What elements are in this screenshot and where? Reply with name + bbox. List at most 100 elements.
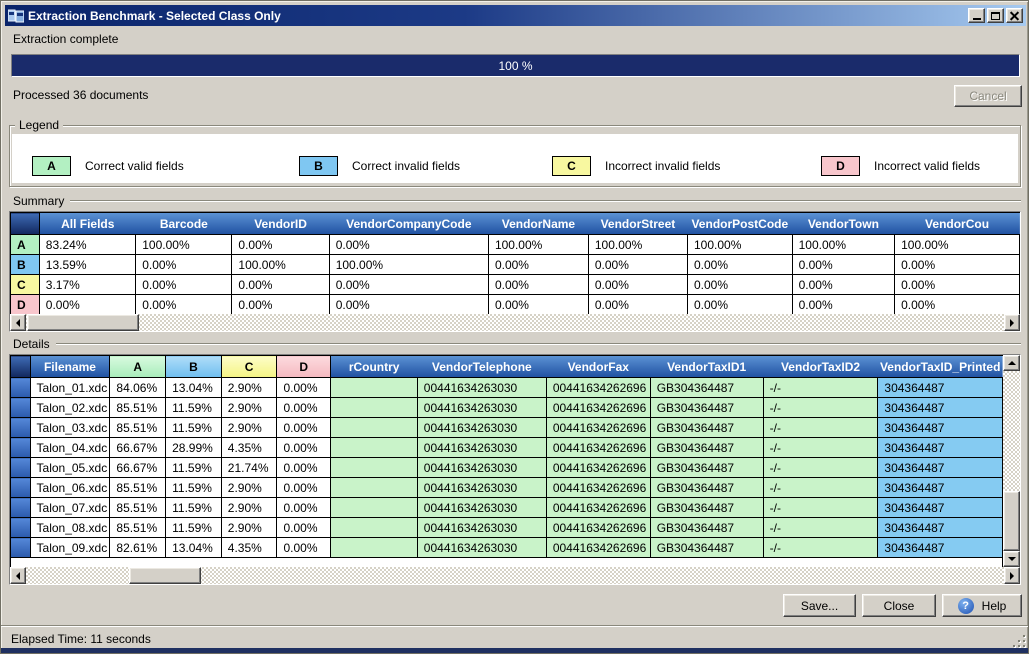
row-selector[interactable] xyxy=(11,418,31,438)
details-scroll-right-button[interactable] xyxy=(1004,567,1020,584)
legend-body: A Correct valid fields B Correct invalid… xyxy=(12,134,1018,183)
details-row[interactable]: Talon_09.xdc82.61%13.04%4.35%0.00%004416… xyxy=(11,538,1003,558)
details-cell: 00441634262696 xyxy=(546,378,650,398)
details-header-row: FilenameABCDrCountryVendorTelephoneVendo… xyxy=(11,356,1003,378)
save-button[interactable]: Save... xyxy=(783,594,856,617)
summary-title: Summary xyxy=(13,194,70,208)
minimize-button[interactable] xyxy=(968,8,985,23)
summary-cell: 0.00% xyxy=(895,255,1020,275)
summary-row[interactable]: D0.00%0.00%0.00%0.00%0.00%0.00%0.00%0.00… xyxy=(11,295,1020,315)
summary-column-header: VendorTown xyxy=(792,213,894,235)
row-selector[interactable] xyxy=(11,498,31,518)
summary-cell: 0.00% xyxy=(232,275,329,295)
summary-scroll-left-button[interactable] xyxy=(10,314,26,331)
details-cell: 11.59% xyxy=(166,518,222,538)
details-cell: GB304364487 xyxy=(650,438,763,458)
row-selector[interactable] xyxy=(11,438,31,458)
summary-row[interactable]: B13.59%0.00%100.00%100.00%0.00%0.00%0.00… xyxy=(11,255,1020,275)
row-selector[interactable] xyxy=(11,518,31,538)
details-cell: Talon_02.xdc xyxy=(30,398,110,418)
help-button[interactable]: ? Help xyxy=(942,594,1022,617)
close-dialog-button[interactable]: Close xyxy=(862,594,936,617)
help-button-label: Help xyxy=(982,599,1007,613)
progress-percent-label: 100 % xyxy=(498,59,532,73)
row-selector[interactable] xyxy=(11,398,31,418)
details-cell: -/- xyxy=(763,478,878,498)
summary-column-header: Barcode xyxy=(136,213,232,235)
details-row[interactable]: Talon_02.xdc85.51%11.59%2.90%0.00%004416… xyxy=(11,398,1003,418)
details-cell: 0.00% xyxy=(277,538,331,558)
summary-column-header: VendorID xyxy=(232,213,329,235)
details-row[interactable]: Talon_08.xdc85.51%11.59%2.90%0.00%004416… xyxy=(11,518,1003,538)
details-hscroll-thumb[interactable] xyxy=(129,567,201,584)
summary-scroll-right-button[interactable] xyxy=(1004,314,1020,331)
details-scroll-up-button[interactable] xyxy=(1003,355,1020,371)
legend-groupbox: Legend A Correct valid fields B Correct … xyxy=(9,125,1021,187)
details-vscroll-thumb[interactable] xyxy=(1003,491,1020,551)
summary-hscrollbar[interactable] xyxy=(10,314,1020,331)
minimize-icon xyxy=(973,18,981,20)
summary-cell: 0.00% xyxy=(329,295,488,315)
summary-row[interactable]: A83.24%100.00%0.00%0.00%100.00%100.00%10… xyxy=(11,235,1020,255)
details-cell xyxy=(331,438,418,458)
details-hscroll-track[interactable] xyxy=(26,567,1004,584)
row-selector[interactable] xyxy=(11,538,31,558)
row-selector[interactable] xyxy=(11,478,31,498)
details-cell: 00441634263030 xyxy=(417,418,546,438)
details-cell: Talon_01.xdc xyxy=(30,378,110,398)
details-table-viewport: FilenameABCDrCountryVendorTelephoneVendo… xyxy=(10,355,1003,567)
details-hscrollbar[interactable] xyxy=(10,567,1020,584)
summary-row-key: D xyxy=(11,295,40,315)
summary-cell: 0.00% xyxy=(136,295,232,315)
details-cell: 11.59% xyxy=(166,478,222,498)
details-cell: 304364487 xyxy=(878,398,1003,418)
summary-section-header: Summary xyxy=(13,194,1021,208)
details-vscroll-track[interactable] xyxy=(1003,371,1020,551)
details-vscrollbar[interactable] xyxy=(1003,355,1020,567)
details-cell: 85.51% xyxy=(110,498,166,518)
details-cell: 00441634262696 xyxy=(546,438,650,458)
summary-cell: 0.00% xyxy=(232,295,329,315)
summary-row[interactable]: C3.17%0.00%0.00%0.00%0.00%0.00%0.00%0.00… xyxy=(11,275,1020,295)
legend-b-swatch: B xyxy=(299,156,338,176)
details-row[interactable]: Talon_03.xdc85.51%11.59%2.90%0.00%004416… xyxy=(11,418,1003,438)
details-cell: 00441634262696 xyxy=(546,418,650,438)
details-cell xyxy=(331,538,418,558)
details-cell: -/- xyxy=(763,538,878,558)
row-selector[interactable] xyxy=(11,378,31,398)
details-cell: 11.59% xyxy=(166,418,222,438)
summary-row-key: C xyxy=(11,275,40,295)
details-cell: 00441634262696 xyxy=(546,458,650,478)
details-cell: -/- xyxy=(763,438,878,458)
details-row[interactable]: Talon_07.xdc85.51%11.59%2.90%0.00%004416… xyxy=(11,498,1003,518)
details-cell: 85.51% xyxy=(110,518,166,538)
statusbar-separator xyxy=(1,625,1028,627)
details-scroll-down-button[interactable] xyxy=(1003,551,1020,567)
details-cell: 00441634263030 xyxy=(417,478,546,498)
details-row[interactable]: Talon_01.xdc84.06%13.04%2.90%0.00%004416… xyxy=(11,378,1003,398)
titlebar[interactable]: Extraction Benchmark - Selected Class On… xyxy=(5,5,1026,26)
details-cell xyxy=(331,478,418,498)
resize-grip[interactable] xyxy=(1013,635,1026,648)
details-cell xyxy=(331,398,418,418)
details-row[interactable]: Talon_04.xdc66.67%28.99%4.35%0.00%004416… xyxy=(11,438,1003,458)
summary-header-row: All FieldsBarcodeVendorIDVendorCompanyCo… xyxy=(11,213,1020,235)
maximize-button[interactable] xyxy=(987,8,1004,23)
row-selector[interactable] xyxy=(11,458,31,478)
details-row[interactable]: Talon_06.xdc85.51%11.59%2.90%0.00%004416… xyxy=(11,478,1003,498)
details-cell: GB304364487 xyxy=(650,518,763,538)
details-row[interactable]: Talon_05.xdc66.67%11.59%21.74%0.00%00441… xyxy=(11,458,1003,478)
details-cell: -/- xyxy=(763,518,878,538)
details-scroll-left-button[interactable] xyxy=(10,567,26,584)
summary-scroll-thumb[interactable] xyxy=(27,314,139,331)
details-cell: 00441634263030 xyxy=(417,538,546,558)
summary-cell: 0.00% xyxy=(688,275,793,295)
summary-cell: 100.00% xyxy=(895,235,1020,255)
summary-cell: 0.00% xyxy=(688,255,793,275)
details-cell: 11.59% xyxy=(166,498,222,518)
summary-scroll-track[interactable] xyxy=(26,314,1004,331)
details-cell xyxy=(331,378,418,398)
details-title: Details xyxy=(13,337,56,351)
processed-documents-label: Processed 36 documents xyxy=(13,88,148,102)
close-button[interactable] xyxy=(1006,8,1023,23)
